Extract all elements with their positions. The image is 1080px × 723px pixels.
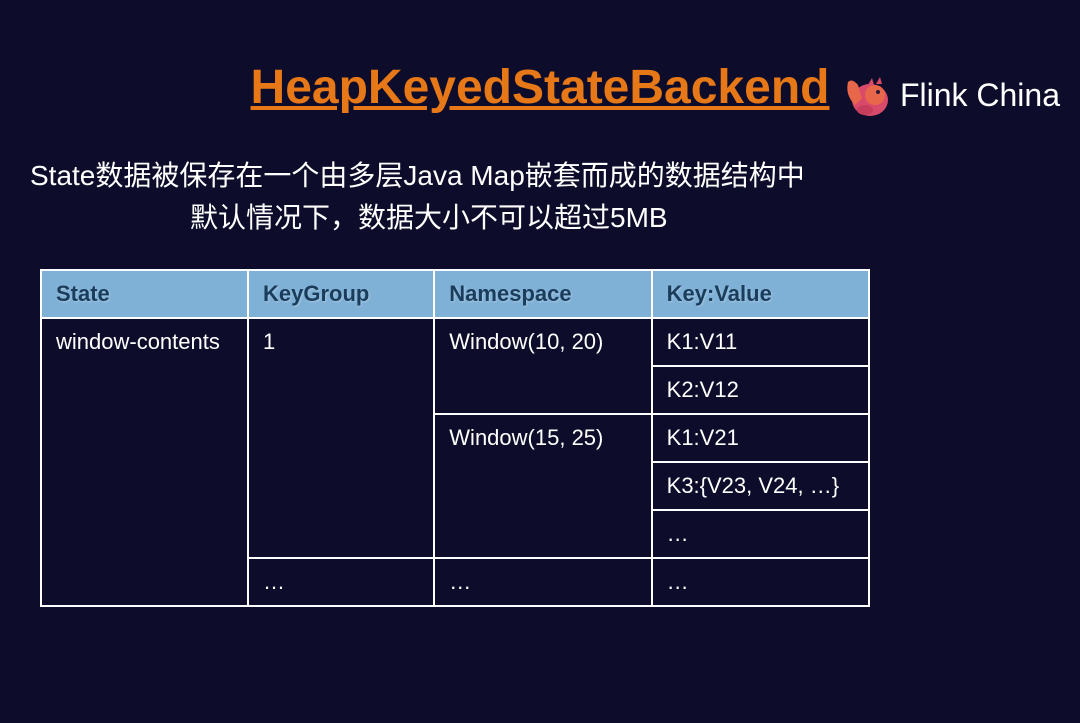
brand-text: Flink China bbox=[900, 77, 1060, 114]
cell-keygroup: 1 bbox=[248, 318, 434, 558]
cell-kv-5: … bbox=[652, 510, 869, 558]
description: State数据被保存在一个由多层Java Map嵌套而成的数据结构中 默认情况下… bbox=[30, 155, 1080, 239]
cell-keygroup-ellipsis: … bbox=[248, 558, 434, 606]
description-line-1: State数据被保存在一个由多层Java Map嵌套而成的数据结构中 bbox=[30, 155, 1080, 197]
table-header-row: State KeyGroup Namespace Key:Value bbox=[41, 270, 869, 318]
header: Flink China bbox=[840, 70, 1060, 120]
cell-kv-4: K3:{V23, V24, …} bbox=[652, 462, 869, 510]
header-keygroup: KeyGroup bbox=[248, 270, 434, 318]
table-row: window-contents 1 Window(10, 20) K1:V11 bbox=[41, 318, 869, 366]
header-state: State bbox=[41, 270, 248, 318]
header-keyvalue: Key:Value bbox=[652, 270, 869, 318]
description-line-2: 默认情况下，数据大小不可以超过5MB bbox=[190, 197, 1080, 239]
cell-kv-3: K1:V21 bbox=[652, 414, 869, 462]
cell-namespace-ellipsis: … bbox=[434, 558, 651, 606]
cell-state: window-contents bbox=[41, 318, 248, 606]
flink-squirrel-icon bbox=[840, 70, 890, 120]
cell-namespace-2: Window(15, 25) bbox=[434, 414, 651, 558]
cell-kv-ellipsis: … bbox=[652, 558, 869, 606]
header-namespace: Namespace bbox=[434, 270, 651, 318]
cell-namespace-1: Window(10, 20) bbox=[434, 318, 651, 414]
cell-kv-2: K2:V12 bbox=[652, 366, 869, 414]
cell-kv-1: K1:V11 bbox=[652, 318, 869, 366]
state-table: State KeyGroup Namespace Key:Value windo… bbox=[40, 269, 870, 607]
